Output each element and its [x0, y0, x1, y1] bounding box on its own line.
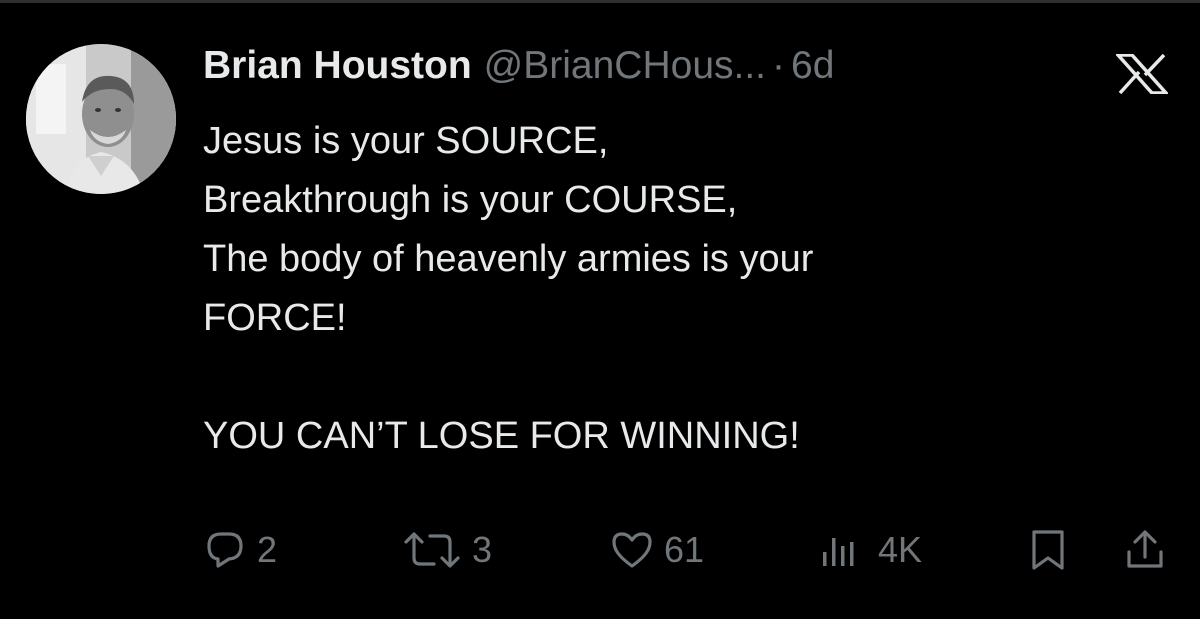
views-count: 4K [878, 529, 923, 570]
like-count: 61 [664, 529, 705, 570]
tweet-text-line: YOU CAN’T LOSE FOR WINNING! [203, 415, 800, 457]
tweet-header: Brian Houston @BrianCHous... · 6d [203, 44, 834, 96]
tweet-text: Jesus is your SOURCE, Breakthrough is yo… [203, 112, 1103, 466]
post-time[interactable]: 6d [791, 44, 834, 88]
separator-dot: · [772, 44, 786, 87]
heart-icon [610, 528, 654, 572]
author-handle[interactable]: @BrianCHous... [484, 44, 766, 88]
reply-button[interactable]: 2 [203, 522, 277, 578]
author-name[interactable]: Brian Houston [203, 44, 472, 88]
repost-icon [402, 528, 462, 572]
reply-count: 2 [257, 529, 278, 570]
tweet-text-line: Breakthrough is your COURSE, [203, 179, 738, 221]
x-logo-icon [1114, 53, 1170, 95]
reply-icon [203, 528, 247, 572]
avatar[interactable] [26, 44, 176, 194]
repost-count: 3 [472, 529, 493, 570]
share-icon [1123, 528, 1167, 572]
views-icon [818, 528, 868, 572]
views-button[interactable]: 4K [818, 522, 922, 578]
action-bar: 2 3 61 4K [0, 522, 1200, 578]
share-button[interactable] [1123, 522, 1167, 578]
tweet-text-line: Jesus is your SOURCE, [203, 120, 609, 162]
tweet-text-line: FORCE! [203, 297, 347, 339]
like-button[interactable]: 61 [610, 522, 704, 578]
tweet-text-line: The body of heavenly armies is your [203, 238, 814, 280]
bookmark-icon [1026, 528, 1070, 572]
repost-button[interactable]: 3 [402, 522, 492, 578]
tweet-card[interactable]: Brian Houston @BrianCHous... · 6d Jesus … [0, 0, 1200, 619]
bookmark-button[interactable] [1026, 522, 1070, 578]
